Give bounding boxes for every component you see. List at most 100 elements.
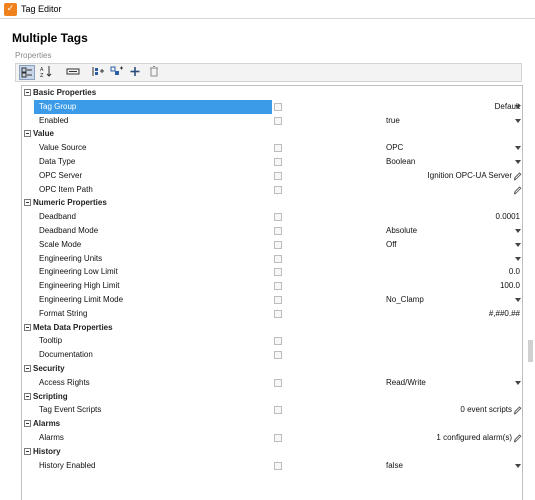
delete-button[interactable]: [147, 65, 163, 80]
window-title: Tag Editor: [21, 4, 62, 14]
property-override-checkbox[interactable]: [274, 185, 282, 194]
property-value[interactable]: 1 configured alarm(s): [436, 433, 512, 442]
property-row-tag-event-scripts[interactable]: Tag Event Scripts 0 event scripts: [22, 403, 522, 417]
svg-text:Z: Z: [40, 73, 44, 78]
property-override-checkbox[interactable]: [274, 227, 282, 235]
category-alarms[interactable]: Alarms: [22, 417, 522, 431]
window-scrollbar[interactable]: [528, 340, 533, 362]
chevron-down-icon[interactable]: [515, 463, 521, 468]
property-row-engineering-limit-mode[interactable]: Engineering Limit Mode No_Clamp: [22, 293, 522, 307]
collapse-toggle-icon[interactable]: [24, 89, 31, 96]
chevron-down-icon[interactable]: [515, 146, 521, 151]
dialog-title: Multiple Tags: [12, 31, 88, 45]
property-override-checkbox[interactable]: [274, 296, 282, 304]
property-override-checkbox[interactable]: [274, 406, 282, 415]
property-row-tooltip[interactable]: Tooltip: [22, 334, 522, 348]
property-row-data-type[interactable]: Data Type Boolean: [22, 155, 522, 169]
property-row-enabled[interactable]: Enabled true: [22, 114, 522, 128]
category-label: Alarms: [33, 419, 61, 429]
property-row-engineering-high-limit[interactable]: Engineering High Limit 100.0: [22, 279, 522, 293]
property-label: Enabled: [39, 115, 69, 125]
property-row-engineering-units[interactable]: Engineering Units: [22, 252, 522, 266]
categorized-view-button[interactable]: [19, 65, 35, 80]
collapse-toggle-icon[interactable]: [24, 420, 31, 428]
property-value[interactable]: 0.0: [509, 267, 520, 276]
property-override-checkbox[interactable]: [274, 337, 282, 346]
property-value[interactable]: 0 event scripts: [460, 405, 512, 414]
chevron-down-icon[interactable]: [515, 380, 521, 385]
pencil-edit-icon[interactable]: [513, 171, 522, 181]
property-value[interactable]: Boolean: [386, 157, 415, 166]
property-value[interactable]: Absolute: [386, 226, 417, 235]
property-override-checkbox[interactable]: [274, 282, 282, 291]
property-override-checkbox[interactable]: [274, 116, 282, 125]
property-value[interactable]: Read/Write: [386, 378, 426, 387]
collapse-toggle-icon[interactable]: [24, 392, 31, 400]
chevron-down-icon[interactable]: [515, 104, 521, 109]
category-meta-data-properties[interactable]: Meta Data Properties: [22, 321, 522, 335]
property-override-checkbox[interactable]: [274, 158, 282, 166]
collapse-toggle-icon[interactable]: [24, 365, 31, 372]
chevron-down-icon[interactable]: [515, 160, 521, 164]
property-value[interactable]: 100.0: [500, 281, 520, 290]
property-row-engineering-low-limit[interactable]: Engineering Low Limit 0.0: [22, 265, 522, 279]
property-value[interactable]: true: [386, 116, 400, 125]
category-history[interactable]: History: [22, 445, 522, 459]
pencil-edit-icon[interactable]: [513, 185, 522, 195]
property-row-alarms[interactable]: Alarms 1 configured alarm(s): [22, 431, 522, 445]
category-value[interactable]: Value: [22, 127, 522, 141]
chevron-down-icon[interactable]: [515, 229, 521, 233]
property-value[interactable]: Off: [386, 240, 397, 249]
chevron-down-icon[interactable]: [515, 298, 521, 302]
property-row-opc-item-path[interactable]: OPC Item Path: [22, 183, 522, 197]
collapse-toggle-icon[interactable]: [24, 447, 31, 455]
category-scripting[interactable]: Scripting: [22, 390, 522, 404]
sort-alphabetical-button[interactable]: A Z: [39, 65, 55, 80]
chevron-down-icon[interactable]: [515, 256, 521, 261]
property-row-format-string[interactable]: Format String #,##0.##: [22, 307, 522, 321]
property-override-checkbox[interactable]: [274, 144, 282, 153]
pencil-edit-icon[interactable]: [513, 433, 522, 443]
add-member-button[interactable]: [91, 65, 107, 80]
chevron-down-icon[interactable]: [515, 242, 521, 247]
property-row-value-source[interactable]: Value Source OPC: [22, 141, 522, 155]
pencil-edit-icon[interactable]: [513, 405, 522, 415]
property-value[interactable]: #,##0.##: [489, 309, 520, 318]
property-row-access-rights[interactable]: Access Rights Read/Write: [22, 376, 522, 390]
add-group-button[interactable]: [110, 65, 126, 80]
property-row-deadband[interactable]: Deadband 0.0001: [22, 210, 522, 224]
collapse-toggle-icon[interactable]: [24, 199, 31, 207]
add-button[interactable]: [128, 65, 144, 80]
property-override-checkbox[interactable]: [274, 102, 282, 111]
delete-icon: [150, 66, 158, 77]
property-row-tag-group[interactable]: Tag Group Default: [22, 99, 522, 114]
property-row-documentation[interactable]: Documentation: [22, 348, 522, 362]
property-row-opc-server[interactable]: OPC Server Ignition OPC-UA Server: [22, 169, 522, 183]
property-override-checkbox[interactable]: [274, 378, 282, 387]
property-override-checkbox[interactable]: [274, 461, 282, 470]
property-override-checkbox[interactable]: [274, 254, 282, 263]
property-value[interactable]: OPC: [386, 143, 403, 152]
category-numeric-properties[interactable]: Numeric Properties: [22, 196, 522, 210]
chevron-down-icon[interactable]: [515, 118, 521, 123]
property-override-checkbox[interactable]: [274, 213, 282, 222]
property-override-checkbox[interactable]: [274, 240, 282, 249]
property-override-checkbox[interactable]: [274, 171, 282, 180]
property-override-checkbox[interactable]: [274, 309, 282, 318]
property-override-checkbox[interactable]: [274, 351, 282, 360]
property-value[interactable]: Ignition OPC-UA Server: [428, 171, 512, 180]
property-value[interactable]: false: [386, 461, 403, 470]
category-basic-properties[interactable]: Basic Properties: [22, 86, 522, 100]
category-security[interactable]: Security: [22, 362, 522, 376]
property-label: Tag Group: [34, 99, 272, 114]
show-description-button[interactable]: [66, 65, 82, 80]
property-row-history-enabled[interactable]: History Enabled false: [22, 459, 522, 473]
property-value[interactable]: 0.0001: [496, 212, 520, 221]
collapse-toggle-icon[interactable]: [24, 130, 31, 138]
property-value[interactable]: No_Clamp: [386, 295, 424, 304]
property-row-scale-mode[interactable]: Scale Mode Off: [22, 238, 522, 252]
collapse-toggle-icon[interactable]: [24, 323, 31, 331]
property-override-checkbox[interactable]: [274, 434, 282, 442]
property-row-deadband-mode[interactable]: Deadband Mode Absolute: [22, 224, 522, 238]
property-override-checkbox[interactable]: [274, 268, 282, 277]
